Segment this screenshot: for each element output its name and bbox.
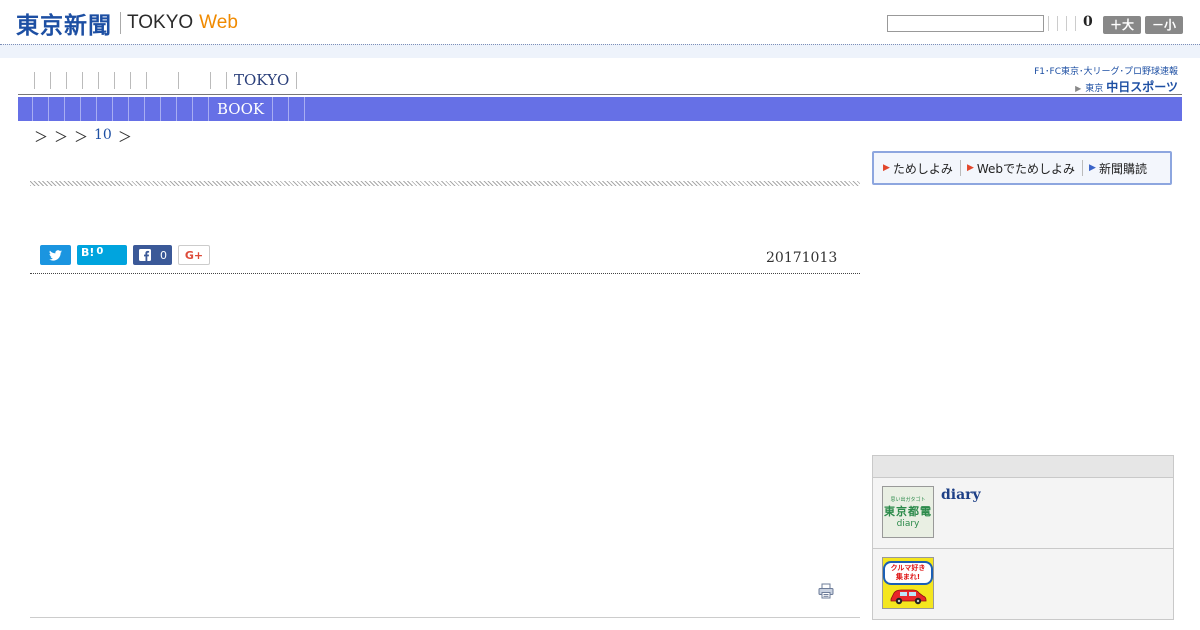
global-nav: TOKYO F1･FC東京･大リーグ･プロ野球速報 ▶ 東京 中日スポーツ (18, 66, 1182, 95)
section-item[interactable] (128, 97, 144, 121)
toden-diary-thumbnail[interactable]: 思い出ガタゴト 東京都電 diary (882, 486, 934, 538)
section-item[interactable] (273, 97, 290, 121)
logo-english: TOKYO (127, 12, 194, 33)
breadcrumb-separator: ＞ (74, 130, 88, 146)
twitter-icon (49, 249, 62, 261)
search-input[interactable] (887, 15, 1044, 32)
google-plus-share-button[interactable]: G+ (178, 245, 210, 265)
font-size-small-button[interactable]: －小 (1145, 16, 1183, 34)
date-divider (30, 273, 860, 274)
section-bar: BOOK (18, 97, 1182, 121)
breadcrumb-separator: ＞ (117, 130, 132, 146)
hatena-count: 0 (96, 246, 104, 257)
arrow-right-icon: ▶ (966, 163, 974, 173)
counter-value: 0 (1083, 14, 1093, 30)
arrow-right-icon: ▶ (883, 163, 890, 173)
section-bar-items: BOOK (32, 97, 306, 121)
side-panel-item-title[interactable]: diary (941, 487, 981, 503)
side-panel: 思い出ガタゴト 東京都電 diary diary クルマ好き集まれ! (872, 455, 1174, 620)
arrow-right-icon: ▶ (1089, 163, 1096, 173)
site-header: 東京新聞 TOKYO Web 0 ＋大 －小 (0, 0, 1200, 46)
header-divider (0, 44, 1200, 58)
thumbnail-caption: 思い出ガタゴト (890, 496, 926, 503)
thumbnail-title: クルマ好き集まれ! (883, 561, 933, 585)
article-date: 20171013 (766, 250, 838, 266)
section-item[interactable] (112, 97, 128, 121)
subscription-box: ▶ ためしよみ ▶ Webでためしよみ ▶ 新聞購読 (872, 151, 1172, 185)
breadcrumb-separator: ＞ (54, 130, 68, 146)
section-item[interactable] (144, 97, 160, 121)
hatena-icon: B! (81, 246, 95, 259)
title-divider (30, 181, 860, 186)
section-item-book[interactable]: BOOK (208, 97, 274, 121)
utility-link[interactable] (1075, 16, 1076, 31)
section-item[interactable] (160, 97, 176, 121)
side-panel-header (873, 456, 1173, 478)
chunichi-logo: ▶ 東京 中日スポーツ (1034, 78, 1178, 95)
breadcrumb-link[interactable]: 10 (94, 127, 112, 147)
nav-item[interactable] (50, 72, 66, 89)
article-bottom-divider (30, 617, 860, 618)
section-item[interactable] (32, 97, 48, 121)
nav-item[interactable] (34, 72, 50, 89)
chunichi-sports-link[interactable]: F1･FC東京･大リーグ･プロ野球速報 ▶ 東京 中日スポーツ (1034, 64, 1178, 95)
facebook-count: 0 (160, 248, 167, 262)
section-item[interactable] (48, 97, 64, 121)
red-car-icon (890, 589, 927, 605)
nav-item[interactable] (114, 72, 130, 89)
nav-item[interactable] (82, 72, 98, 89)
section-item[interactable] (192, 97, 208, 121)
utility-link[interactable] (1066, 16, 1067, 31)
section-item[interactable] (289, 97, 306, 121)
chunichi-prefix: 東京 (1085, 84, 1104, 94)
twitter-share-button[interactable] (40, 245, 71, 265)
site-logo[interactable]: 東京新聞 TOKYO Web (16, 9, 238, 39)
chunichi-name: 中日スポーツ (1106, 80, 1178, 94)
utility-link[interactable] (1048, 16, 1049, 31)
print-icon[interactable] (818, 583, 834, 599)
subscribe-label: 新聞購読 (1098, 161, 1147, 176)
thumbnail-title: 東京都電 (884, 504, 932, 518)
facebook-icon (139, 249, 151, 261)
share-bar: B! 0 0 G+ (40, 245, 210, 265)
section-item[interactable] (64, 97, 80, 121)
section-item[interactable] (80, 97, 96, 121)
global-nav-items: TOKYO (34, 72, 298, 89)
side-panel-item[interactable]: 思い出ガタゴト 東京都電 diary diary (873, 478, 1173, 549)
nav-item[interactable] (146, 72, 178, 89)
subscribe-link[interactable]: ▶ 新聞購読 (1089, 160, 1154, 176)
section-item[interactable] (96, 97, 112, 121)
nav-item[interactable] (210, 72, 226, 89)
utility-link[interactable] (1057, 16, 1058, 31)
nav-item-tokyo[interactable]: TOKYO (226, 72, 298, 89)
side-panel-item[interactable]: クルマ好き集まれ! (873, 549, 1173, 620)
car-lovers-thumbnail[interactable]: クルマ好き集まれ! (882, 557, 934, 609)
breadcrumb-separator: ＞ (34, 130, 48, 146)
hatena-bookmark-button[interactable]: B! 0 (77, 245, 127, 265)
trial-reading-label: ためしよみ (892, 161, 953, 176)
web-trial-reading-label: Webでためしよみ (976, 161, 1076, 176)
logo-divider (120, 12, 121, 34)
play-icon: ▶ (1075, 84, 1082, 93)
web-trial-reading-link[interactable]: ▶ Webでためしよみ (966, 160, 1084, 176)
font-size-large-button[interactable]: ＋大 (1103, 16, 1141, 34)
breadcrumb: ＞ ＞ ＞ 10 ＞ (34, 127, 132, 147)
nav-item[interactable] (98, 72, 114, 89)
nav-item[interactable] (130, 72, 146, 89)
nav-item[interactable] (178, 72, 210, 89)
chunichi-tagline: F1･FC東京･大リーグ･プロ野球速報 (1034, 67, 1178, 77)
nav-item[interactable] (66, 72, 82, 89)
logo-japanese: 東京新聞 (16, 13, 112, 39)
facebook-share-button[interactable]: 0 (133, 245, 172, 265)
section-item[interactable] (176, 97, 192, 121)
thumbnail-subtitle: diary (896, 518, 920, 529)
trial-reading-link[interactable]: ▶ ためしよみ (883, 160, 961, 176)
utility-links (1048, 15, 1084, 32)
logo-web: Web (199, 12, 238, 33)
